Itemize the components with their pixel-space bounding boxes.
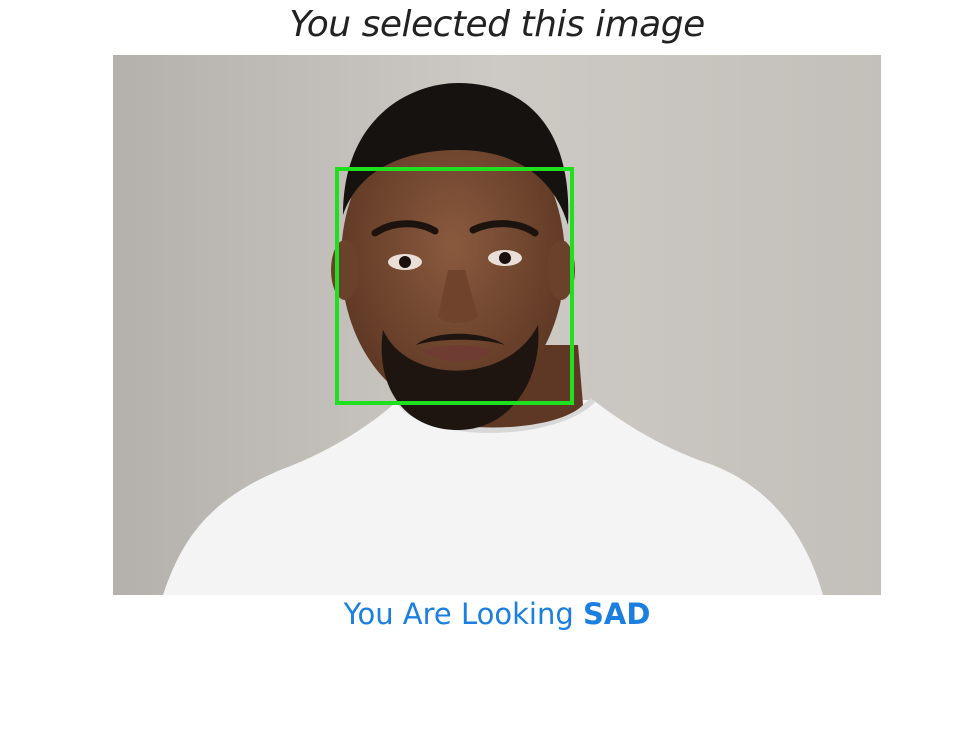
emotion-result: You Are Looking SAD bbox=[0, 597, 974, 631]
page-title: You selected this image bbox=[289, 4, 705, 45]
page: You selected this image You Are Looking … bbox=[0, 0, 974, 736]
portrait-photo-icon bbox=[113, 55, 881, 595]
selected-photo bbox=[113, 55, 881, 595]
result-prefix: You Are Looking bbox=[343, 597, 574, 631]
emotion-label: SAD bbox=[582, 597, 651, 631]
